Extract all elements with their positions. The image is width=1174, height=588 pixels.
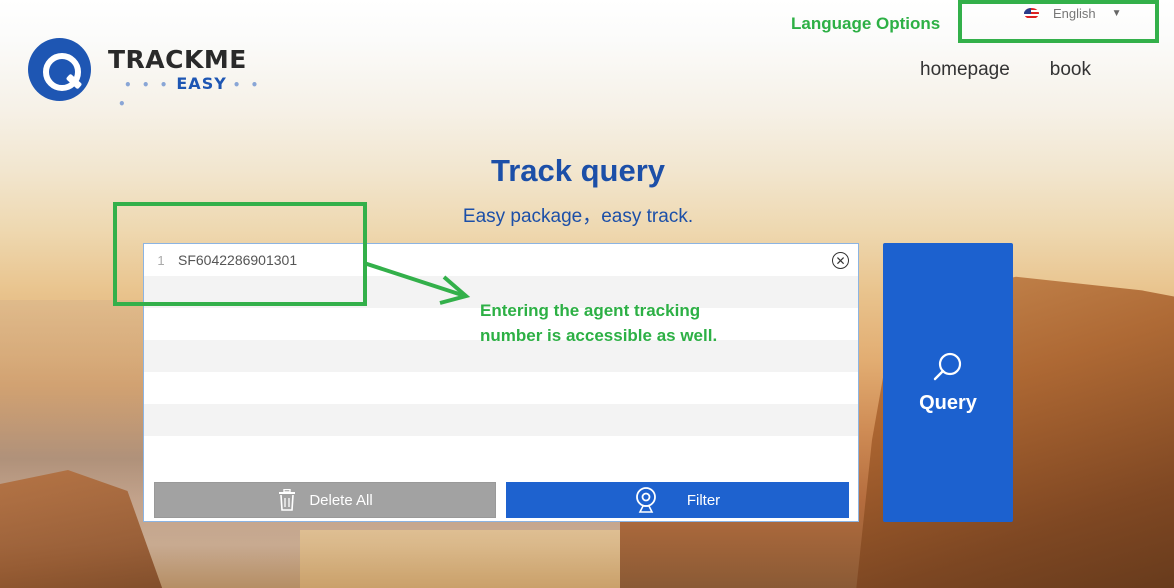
filter-button[interactable]: Filter (506, 482, 849, 518)
logo-magnifier-icon (28, 38, 91, 101)
webcam-icon (635, 487, 657, 513)
input-line[interactable] (144, 372, 858, 404)
language-select[interactable]: English ▼ (1024, 6, 1122, 21)
trash-icon (277, 489, 297, 511)
close-circle-icon[interactable]: ✕ (832, 252, 849, 269)
filter-label: Filter (686, 491, 721, 509)
annotation-arrow-icon (363, 261, 471, 305)
input-line[interactable] (144, 436, 858, 468)
delete-all-button[interactable]: Delete All (154, 482, 496, 518)
delete-all-label: Delete All (309, 491, 373, 509)
us-flag-icon (1024, 8, 1039, 19)
language-options-annotation: Language Options (791, 14, 941, 33)
caret-down-icon: ▼ (1111, 8, 1122, 19)
tracking-highlight-box (113, 202, 367, 306)
nav-book[interactable]: book (1050, 59, 1091, 81)
query-button[interactable]: Query (883, 243, 1013, 522)
language-selected: English (1053, 6, 1096, 21)
input-line[interactable] (144, 404, 858, 436)
tracking-annotation: Entering the agent tracking number is ac… (480, 301, 718, 345)
beach-background (300, 530, 620, 588)
search-icon (932, 351, 964, 388)
page-title: Track query (490, 153, 666, 188)
top-nav: homepage book (920, 59, 1091, 81)
query-label: Query (919, 391, 977, 414)
brand-name: TRACKME (108, 45, 247, 74)
nav-homepage[interactable]: homepage (920, 59, 1010, 81)
brand-logo[interactable]: TRACKME • • • EASY • • • (28, 38, 278, 111)
brand-sub: • • • EASY • • • (118, 74, 262, 111)
